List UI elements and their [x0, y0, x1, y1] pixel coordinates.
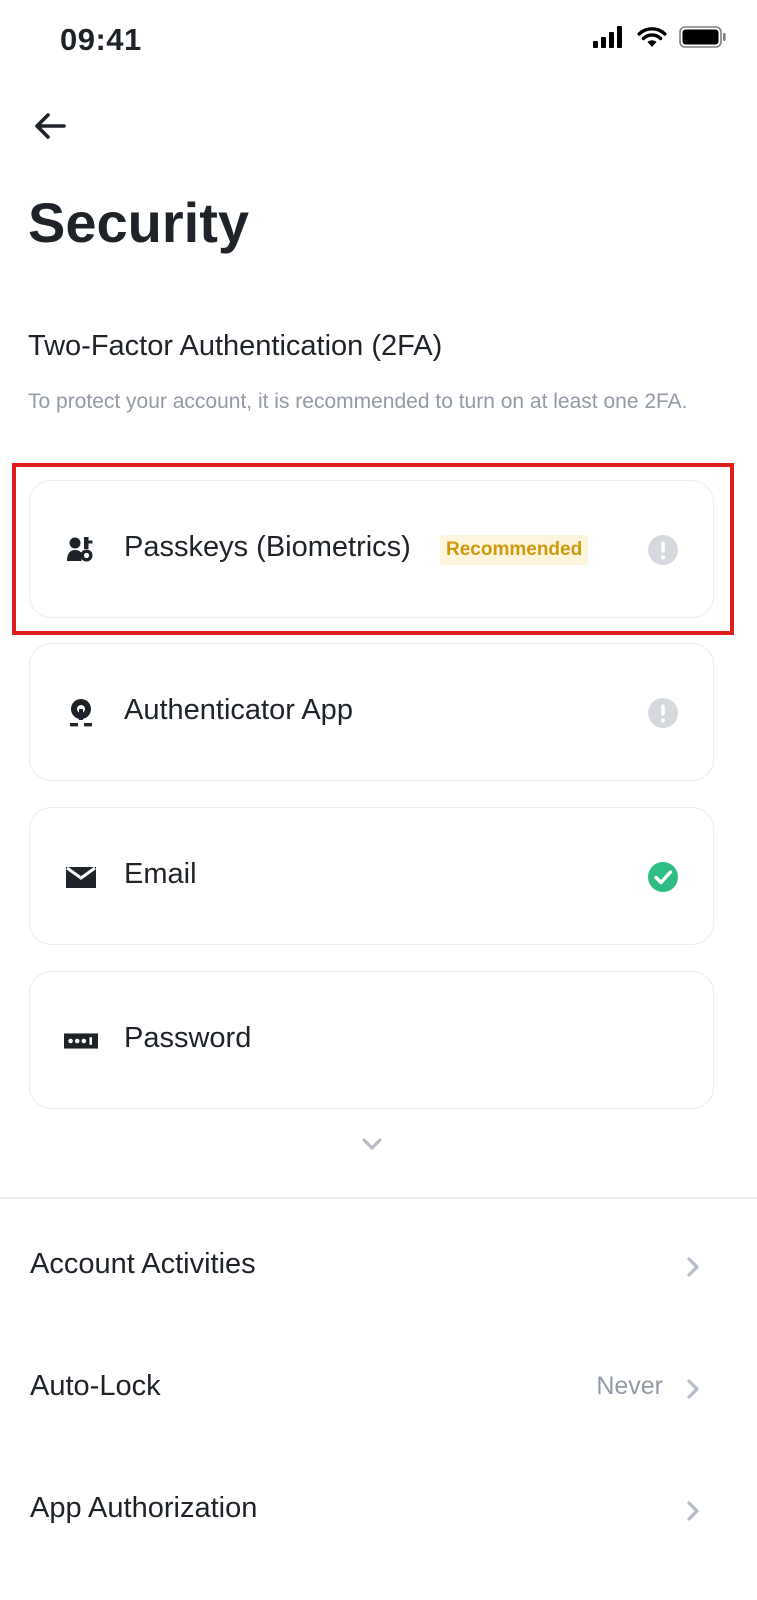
chevron-down-icon[interactable]: [358, 1132, 386, 1156]
battery-icon: [679, 26, 726, 48]
card-password[interactable]: Password: [29, 971, 714, 1109]
email-icon: [64, 860, 98, 894]
signal-icon: [593, 26, 622, 48]
chevron-right-icon: [687, 1257, 699, 1277]
passkey-icon: [64, 533, 98, 567]
chevron-right-icon: [687, 1379, 699, 1399]
row-app-authorization[interactable]: App Authorization: [0, 1450, 757, 1560]
chevron-right-icon: [687, 1501, 699, 1521]
password-label: Password: [124, 1022, 252, 1054]
warning-icon: [648, 535, 678, 565]
status-bar: 09:41: [0, 0, 757, 84]
card-email[interactable]: Email: [29, 807, 714, 945]
row-account-activities[interactable]: Account Activities: [0, 1206, 757, 1316]
card-authenticator-app[interactable]: Authenticator App: [29, 643, 714, 781]
warning-icon: [648, 698, 678, 728]
row-label: App Authorization: [30, 1492, 258, 1524]
status-time: 09:41: [60, 22, 142, 57]
passkeys-label: Passkeys (Biometrics): [124, 531, 411, 563]
status-icons: [593, 26, 727, 48]
row-auto-lock[interactable]: Auto-Lock Never: [0, 1328, 757, 1438]
card-passkeys[interactable]: Passkeys (Biometrics) Recommended: [29, 480, 714, 618]
back-button[interactable]: [28, 104, 72, 148]
row-label: Auto-Lock: [30, 1370, 161, 1402]
arrow-left-icon: [35, 113, 66, 139]
auto-lock-value: Never: [596, 1372, 663, 1400]
section-divider: [0, 1197, 757, 1199]
authenticator-icon: [64, 696, 98, 730]
page-title: Security: [28, 191, 249, 254]
recommended-badge: Recommended: [440, 535, 589, 565]
password-icon: [64, 1024, 98, 1058]
authenticator-app-label: Authenticator App: [124, 694, 353, 726]
section-description: To protect your account, it is recommend…: [28, 390, 688, 413]
wifi-icon: [637, 27, 667, 47]
section-title-2fa: Two-Factor Authentication (2FA): [28, 330, 443, 362]
check-circle-icon: [648, 862, 678, 892]
row-label: Account Activities: [30, 1248, 256, 1280]
email-label: Email: [124, 858, 197, 890]
